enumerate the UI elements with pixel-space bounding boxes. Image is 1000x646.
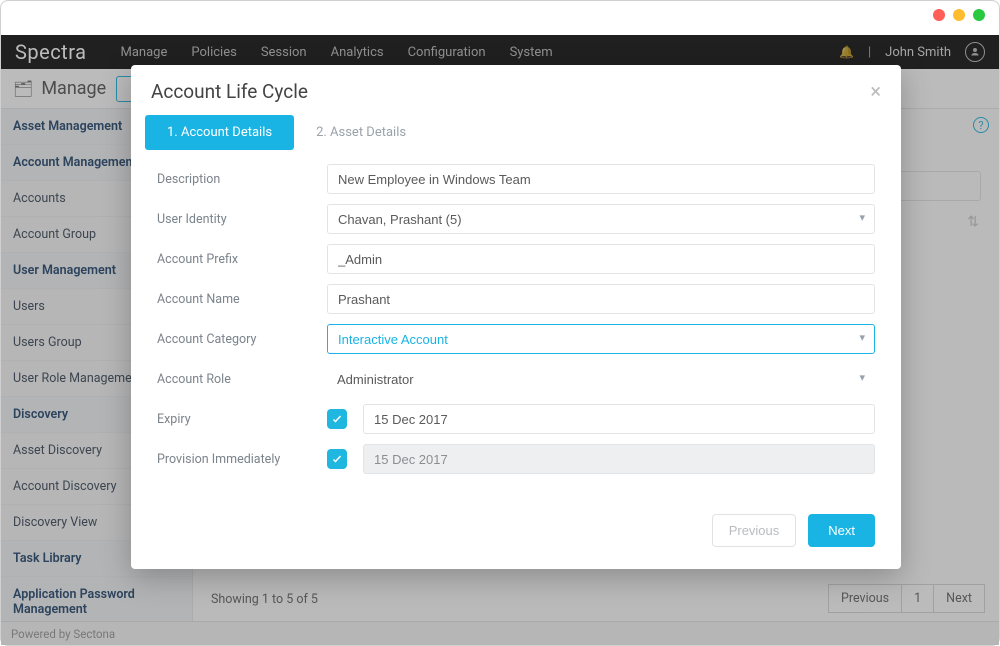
checkbox-provision[interactable] [327,449,347,469]
window-controls [933,9,985,21]
modal-body: Description User Identity Account Prefix… [131,164,901,474]
tab-account-details[interactable]: 1. Account Details [145,115,294,150]
label-account-category: Account Category [157,332,327,347]
label-description: Description [157,172,327,187]
close-dot[interactable] [933,9,945,21]
input-account-name[interactable] [327,284,875,314]
modal-actions: Previous Next [131,484,901,551]
input-expiry-date[interactable] [363,404,875,434]
select-user-identity[interactable] [327,204,875,234]
input-description[interactable] [327,164,875,194]
tab-asset-details[interactable]: 2. Asset Details [294,115,428,150]
modal-tabs: 1. Account Details 2. Asset Details [145,115,887,150]
zoom-dot[interactable] [973,9,985,21]
next-button[interactable]: Next [808,514,875,547]
label-account-name: Account Name [157,292,327,307]
label-user-identity: User Identity [157,212,327,227]
previous-button[interactable]: Previous [712,514,797,547]
checkbox-expiry[interactable] [327,409,347,429]
select-account-role[interactable] [327,364,875,394]
label-expiry: Expiry [157,412,327,427]
select-account-category[interactable] [327,324,875,354]
close-icon[interactable]: × [870,79,881,103]
label-account-prefix: Account Prefix [157,252,327,267]
input-account-prefix[interactable] [327,244,875,274]
input-provision-date [363,444,875,474]
minimize-dot[interactable] [953,9,965,21]
modal-title: Account Life Cycle [151,80,308,103]
account-lifecycle-modal: Account Life Cycle × 1. Account Details … [131,65,901,569]
label-provision: Provision Immediately [157,452,327,467]
label-account-role: Account Role [157,372,327,387]
